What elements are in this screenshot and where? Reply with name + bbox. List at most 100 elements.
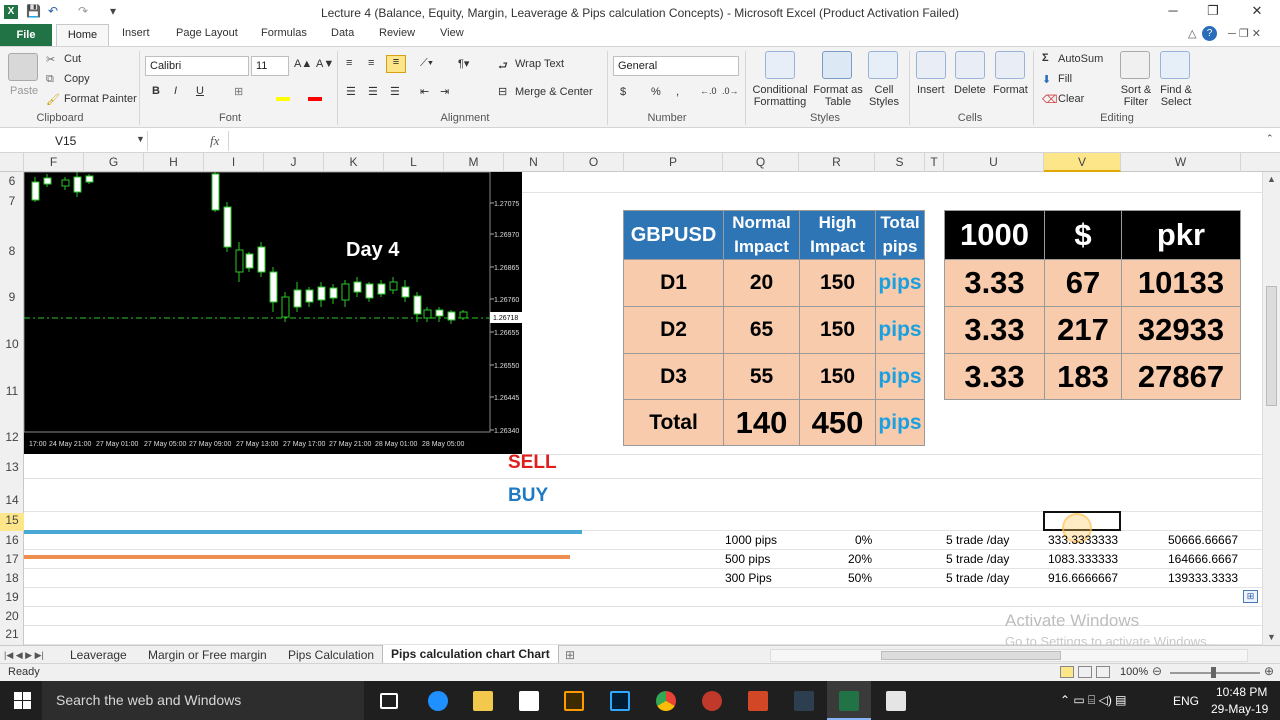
currency-button[interactable]: $ [620,86,626,98]
taskbar-search-box[interactable]: Search the web and Windows [42,681,364,720]
row-header-selected[interactable]: 15 [0,513,24,531]
chrome-icon[interactable] [656,691,676,711]
zoom-slider-thumb[interactable] [1211,667,1216,678]
impact-row-d2-normal[interactable]: 65 [723,306,800,354]
row-header[interactable]: 8 [0,244,24,258]
column-header[interactable]: Q [723,153,799,172]
format-cells-button[interactable]: Format [993,84,1028,96]
edge-icon[interactable] [428,691,448,711]
tab-file[interactable]: File [0,24,52,46]
align-top-icon[interactable]: ≡ [346,57,352,69]
column-header[interactable]: W [1121,153,1241,172]
column-header[interactable]: H [144,153,204,172]
italic-button[interactable]: I [174,85,177,97]
terminal-app-icon[interactable] [794,691,814,711]
fx-button[interactable]: fx [210,133,219,149]
row-header[interactable]: 7 [0,194,24,208]
impact-row-total-high[interactable]: 450 [799,399,876,446]
photoshop-icon[interactable] [610,691,630,711]
small-row2-w[interactable]: 164666.6667 [1168,552,1238,566]
impact-row-d1-normal[interactable]: 20 [723,259,800,307]
conversion-row1-usd[interactable]: 67 [1044,259,1122,307]
font-name-select[interactable]: Calibri [145,56,249,76]
column-header[interactable]: U [944,153,1044,172]
select-all-corner[interactable] [0,153,24,172]
store-icon[interactable] [519,691,539,711]
column-header[interactable]: F [24,153,84,172]
help-icon[interactable]: ? [1202,26,1217,41]
format-painter-button[interactable]: Format Painter [64,93,137,105]
horizontal-scrollbar[interactable] [770,649,1248,662]
calculator-icon[interactable] [886,691,906,711]
windows-start-icon[interactable] [14,692,31,709]
merge-center-button[interactable]: Merge & Center [515,86,593,98]
impact-row-d3-pair[interactable]: D3 [623,353,724,400]
paste-icon[interactable] [8,53,38,81]
tab-view[interactable]: View [440,27,464,39]
scroll-down-icon[interactable]: ▼ [1267,632,1276,642]
align-middle-icon[interactable]: ≡ [368,57,374,69]
decrease-indent-icon[interactable]: ⇤ [420,85,429,98]
illustrator-icon[interactable] [564,691,584,711]
sheet-tab-margin[interactable]: Margin or Free margin [148,648,267,662]
page-break-view-icon[interactable] [1096,666,1110,678]
row-header[interactable]: 19 [0,590,24,604]
conditional-formatting-button[interactable]: Conditional Formatting [750,84,810,108]
red-app-icon[interactable] [702,691,722,711]
impact-row-d3-high[interactable]: 150 [799,353,876,400]
language-indicator[interactable]: ENG [1173,694,1199,708]
align-right-icon[interactable]: ☰ [390,85,400,98]
row-header[interactable]: 20 [0,609,24,623]
column-header[interactable]: P [624,153,723,172]
blue-horizontal-line[interactable] [24,530,582,534]
percent-button[interactable]: % [651,86,661,98]
small-row1-v[interactable]: 333.3333333 [1048,533,1118,547]
conversion-row1-pkr[interactable]: 10133 [1121,259,1241,307]
row-header[interactable]: 12 [0,430,24,444]
row-header[interactable]: 11 [0,384,24,398]
conversion-header-dollar[interactable]: $ [1044,210,1122,260]
impact-row-d3-unit[interactable]: pips [875,353,925,400]
tab-formulas[interactable]: Formulas [261,27,307,39]
page-layout-view-icon[interactable] [1078,666,1092,678]
small-row3-v[interactable]: 916.6666667 [1048,571,1118,585]
delete-cells-button[interactable]: Delete [954,84,986,96]
conversion-row2-pkr[interactable]: 32933 [1121,306,1241,354]
column-header[interactable]: I [204,153,264,172]
impact-header-normal[interactable]: Normal Impact [723,210,800,260]
sheet-nav-arrows-icon[interactable]: |◀ ◀ ▶ ▶| [4,650,44,661]
paste-button[interactable]: Paste [10,85,38,97]
vertical-scroll-thumb[interactable] [1266,286,1277,406]
small-row1-trades[interactable]: 5 trade /day [946,533,1009,547]
conversion-header-1000[interactable]: 1000 [944,210,1045,260]
horizontal-scroll-thumb[interactable] [881,651,1061,660]
wrap-text-button[interactable]: Wrap Text [515,58,564,70]
conversion-row2-ratio[interactable]: 3.33 [944,306,1045,354]
cut-button[interactable]: Cut [64,53,81,65]
zoom-level[interactable]: 100% [1120,666,1148,678]
clear-button[interactable]: Clear [1058,93,1084,105]
borders-icon[interactable]: ⊞ [234,85,243,98]
decrease-decimal-icon[interactable]: .0→ [722,86,739,96]
small-row3-pct[interactable]: 50% [848,571,872,585]
number-format-select[interactable]: General [613,56,739,76]
impact-row-d3-normal[interactable]: 55 [723,353,800,400]
row-header[interactable]: 6 [0,174,24,188]
column-header[interactable]: J [264,153,324,172]
tab-review[interactable]: Review [379,27,415,39]
small-row1-pct[interactable]: 0% [855,533,872,547]
maximize-button[interactable]: ❐ [1200,3,1226,23]
fill-button[interactable]: Fill [1058,73,1072,85]
impact-row-d1-pair[interactable]: D1 [623,259,724,307]
scroll-up-icon[interactable]: ▲ [1267,174,1276,184]
small-row1-w[interactable]: 50666.66667 [1168,533,1238,547]
conversion-row3-usd[interactable]: 183 [1044,353,1122,400]
conversion-header-pkr[interactable]: pkr [1121,210,1241,260]
comma-button[interactable]: , [676,86,679,98]
tab-data[interactable]: Data [331,27,354,39]
column-header[interactable]: N [504,153,564,172]
increase-indent-icon[interactable]: ⇥ [440,85,449,98]
row-header[interactable]: 16 [0,533,24,547]
sheet-tab-leaverage[interactable]: Leaverage [70,648,127,662]
conversion-row3-ratio[interactable]: 3.33 [944,353,1045,400]
